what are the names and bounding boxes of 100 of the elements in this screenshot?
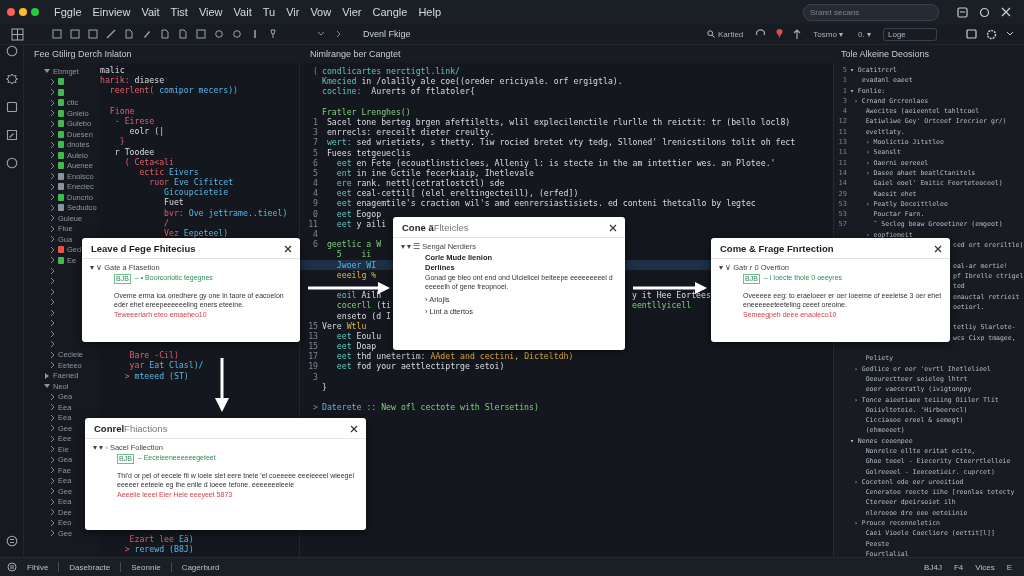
sidebar-icon[interactable]: [5, 157, 18, 169]
menu-item[interactable]: View: [193, 6, 228, 18]
code-line: eet ceal-cettil[ (elel ereltingecteill), (erfed]): [335, 188, 579, 199]
code-line: eet fod your aettlectiptrge setoi): [335, 361, 505, 372]
status-item[interactable]: Seonnie: [129, 562, 163, 572]
code-line: y it Hee Eortees: [632, 290, 711, 301]
code-line: yar Eat Clasl)/: [128, 360, 204, 371]
line-number: 6: [313, 157, 318, 168]
menu-item[interactable]: Einview: [87, 6, 136, 18]
code-line: }: [322, 381, 327, 392]
close-icon[interactable]: [350, 424, 358, 433]
code-line: 5 ii: [335, 249, 372, 260]
code-line: - Eirese: [113, 115, 155, 126]
pin-icon[interactable]: [775, 28, 785, 40]
code-line: reerlent( comipor mecers)): [108, 85, 239, 96]
status-item[interactable]: Fihive: [25, 562, 51, 572]
sidebar-icon[interactable]: [5, 129, 18, 141]
code-line: eet y aili: [335, 218, 387, 229]
code-line: ere rank. nettl(cetratlostctl) sde: [335, 178, 505, 189]
code-line: Kmecied in /olalily ale coe((oreder ericiyale. orf ergigtla).: [322, 76, 623, 87]
dropdown[interactable]: Tosmo ▾: [810, 29, 847, 39]
code-line: ent in ine Gctile fecerkiaip, Ihetlevale: [335, 167, 534, 179]
search-field[interactable]: Sraret secans: [803, 3, 939, 21]
code-line: Fione: [108, 105, 135, 116]
popup-title: ConrelFhiactions: [94, 423, 168, 434]
code-line: > mteeed (ST): [123, 370, 189, 381]
window-controls-icon[interactable]: [6, 7, 40, 17]
arrow-up-icon[interactable]: [793, 28, 802, 40]
status-item[interactable]: Dasebracte: [67, 562, 113, 572]
code-line: eet Doap: [335, 341, 377, 352]
status-item[interactable]: E: [1004, 562, 1014, 572]
panel-title: Nimlrange ber Cangtet: [310, 49, 401, 59]
chevron-right-icon[interactable]: [334, 30, 342, 38]
line-number: >: [313, 402, 318, 413]
sidebar-icon[interactable]: [5, 73, 18, 85]
code-line: Jwoer WI: [335, 259, 377, 270]
code-line: > rerewd (B8J): [123, 543, 194, 554]
code-line: eolr (|: [128, 126, 165, 137]
menu-item[interactable]: Vir: [281, 6, 305, 18]
line-number: 19: [308, 361, 318, 372]
panel-icon[interactable]: [957, 6, 968, 18]
panel-title: Tole Alkeine Deosions: [841, 49, 930, 59]
menu-item[interactable]: Vier: [337, 6, 367, 18]
code-line: ruor Eve Cifitcet: [148, 177, 234, 188]
chevron-down-icon[interactable]: [317, 30, 325, 38]
popup-title: Leave d Fege Fhitecius: [91, 243, 196, 254]
status-item[interactable]: F4: [951, 562, 966, 572]
code-line: }: [118, 136, 125, 147]
close-icon[interactable]: [934, 244, 942, 253]
line-number: 7: [313, 137, 318, 148]
code-line: Vez Eepeteel): [163, 228, 229, 238]
circle-icon[interactable]: [979, 6, 990, 18]
close-icon[interactable]: [609, 223, 617, 232]
menu-item[interactable]: Fggle: [49, 6, 87, 18]
line-number: 0: [313, 208, 318, 219]
code-line: harik: diaese: [100, 75, 165, 86]
code-line: eet enagemtile's craction wil's amd eenrersiastisiets. ed conteni thetcallo by legtec: [335, 198, 756, 209]
line-number: 4: [313, 229, 318, 239]
code-line: cocerll (ti: [335, 300, 392, 311]
sync-icon[interactable]: [5, 535, 18, 547]
code-line: Ezart lee Eä): [128, 533, 194, 544]
settings-icon[interactable]: [986, 28, 997, 40]
sidebar-icon[interactable]: [5, 101, 18, 113]
chevron-down-icon[interactable]: [1006, 30, 1014, 38]
code-line: eet thd unetertim: AAdet and cectini, Dicteltdh): [335, 351, 574, 362]
window-icon[interactable]: [966, 29, 977, 39]
toolbar-icon[interactable]: [268, 29, 278, 39]
status-item[interactable]: Cagerburd: [179, 562, 222, 572]
line-number: 9: [313, 198, 318, 209]
menu-item[interactable]: Vow: [305, 6, 337, 18]
find-button[interactable]: Kartied: [703, 29, 747, 39]
code-line: Fratler Lrenghes(): [322, 106, 411, 117]
line-number: 1: [313, 116, 318, 127]
status-item[interactable]: BJ4J: [922, 562, 944, 572]
menu-item[interactable]: Vait: [228, 6, 257, 18]
line-number: 15: [308, 341, 318, 352]
login-button[interactable]: Loge: [883, 27, 937, 41]
line-number: 4: [313, 178, 318, 189]
menu-item[interactable]: Cangle: [367, 6, 413, 18]
sidebar-icon[interactable]: [5, 45, 18, 57]
code-line: enrrecls: ereceilt dieter creulty.: [325, 127, 495, 138]
line-number: 5: [313, 147, 318, 158]
menu-item[interactable]: Tu: [257, 6, 281, 18]
menu-item[interactable]: Help: [413, 6, 447, 18]
code-line: eoil Ailh: [335, 290, 382, 301]
code-line: ectic Eivers: [138, 166, 199, 177]
code-line: Fuet: [163, 197, 184, 208]
dropdown[interactable]: 0. ▾: [855, 29, 874, 39]
code-line: eentllyicell: [632, 300, 692, 311]
menu-item[interactable]: Vait: [136, 6, 165, 18]
code-line: wert: sed wrietiets, s thetty. Tiw rocied bretet vty tedg, Slloned' lrenicstilons tolit oh fect: [325, 137, 796, 148]
close-icon[interactable]: [284, 244, 292, 253]
code-line: Fuees tetgeueclis: [325, 147, 411, 158]
status-item[interactable]: Vices: [973, 562, 997, 572]
line-number: 11: [308, 218, 318, 229]
code-line: Sacel tone berteg brgen afeftilelts, wlil explecilenctile rlurlle th reictit: tr (bello locl8): [325, 116, 791, 128]
grid-icon[interactable]: [11, 27, 24, 41]
code-line: Bare -Cil): [128, 350, 179, 361]
sync-icon[interactable]: [7, 562, 17, 572]
menu-item[interactable]: Tist: [165, 6, 193, 18]
